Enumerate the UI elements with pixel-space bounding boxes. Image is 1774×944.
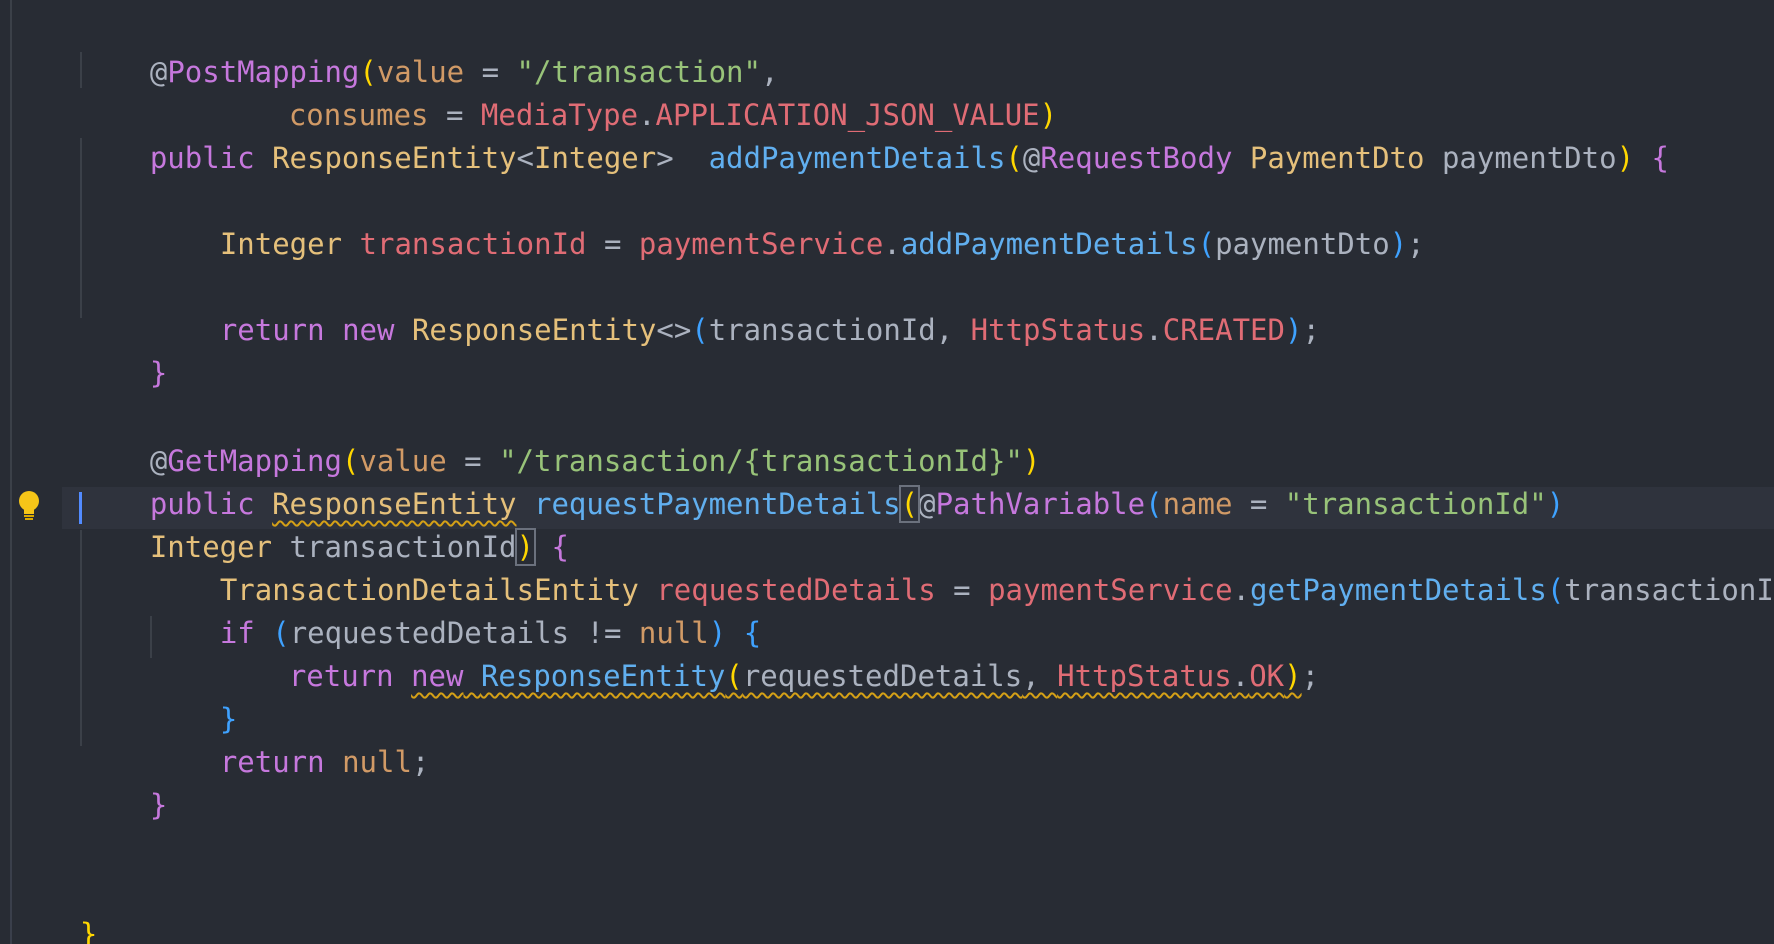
token-string: "transactionId" [1284,487,1547,521]
lightbulb-icon[interactable] [16,490,42,520]
token: requestedDetails [742,659,1023,693]
token: = [935,573,989,607]
token-brace: { [1651,141,1669,175]
token-keyword: return [288,659,394,693]
token-null: null [342,745,412,779]
code-editor[interactable]: @PostMapping(value = "/transaction", con… [0,0,1774,944]
token-type: PaymentDto [1249,141,1425,175]
token-annotation: PathVariable [935,487,1146,521]
token: ; [1301,659,1320,693]
token: , [935,313,971,347]
code-line-5[interactable]: Integer transactionId = paymentService.a… [150,184,1425,261]
token-function: addPaymentDetails [900,227,1198,261]
token-keyword: public [149,141,255,175]
token-constant: CREATED [1162,313,1285,347]
code-line-13[interactable]: TransactionDetailsEntity requestedDetail… [150,530,1774,607]
token-brace: } [79,917,98,944]
token: ; [1407,227,1425,261]
token-annotation: RequestBody [1040,141,1233,175]
token: <> [656,313,692,347]
token-type: ResponseEntity [272,141,517,175]
text-cursor [79,492,82,524]
token-keyword: new [342,313,395,347]
code-line-18[interactable]: } [80,745,167,822]
token-keyword: return [219,745,325,779]
token: ( [1145,487,1163,521]
token: < [516,141,534,175]
token-function: requestPaymentDetails [533,487,901,521]
token-function: ResponseEntity [480,659,726,693]
code-line-8[interactable]: } [80,313,167,390]
token-keyword: new [411,659,464,693]
token: ) [1616,141,1635,175]
code-line-15[interactable]: return new ResponseEntity(requestedDetai… [219,616,1319,693]
token: ) [1284,313,1303,347]
token-brace: } [149,356,168,390]
token: @ [918,487,936,521]
token: ) [1389,227,1408,261]
code-line-21[interactable]: } [10,874,97,944]
token: ( [1197,227,1216,261]
token: . [1231,659,1250,693]
token: transactionId [1564,573,1774,607]
token-matched-paren: ( [898,485,921,523]
token: transactionId [708,313,936,347]
token-class: HttpStatus [970,313,1146,347]
token-param: paymentDto [1441,141,1617,175]
token: paymentDto [1215,227,1390,261]
token-param: name [1162,487,1233,521]
token: @ [1022,141,1041,175]
token: ; [1302,313,1320,347]
token-function: getPaymentDetails [1250,573,1547,607]
token-class: HttpStatus [1057,659,1232,693]
token-constant: OK [1249,659,1285,693]
token: = [1232,487,1285,521]
token: ( [725,659,743,693]
indent-guide [10,0,12,860]
code-line-11[interactable]: public ResponseEntity requestPaymentDeta… [80,444,1564,523]
token-keyword: return [219,313,325,347]
code-line-2[interactable]: consumes = MediaType.APPLICATION_JSON_VA… [219,55,1057,132]
token: . [1232,573,1250,607]
code-line-1[interactable]: @PostMapping(value = "/transaction", [80,12,779,89]
code-line-14[interactable]: if (requestedDetails != null) { [150,573,761,650]
code-line-16[interactable]: } [150,659,237,736]
token-type: Integer [533,141,657,175]
token-variable: transactionId [359,227,587,261]
code-line-10[interactable]: @GetMapping(value = "/transaction/{trans… [80,401,1041,478]
token-variable: paymentService [638,227,884,261]
token-function: addPaymentDetails [708,141,1006,175]
token: , [1022,659,1058,693]
code-line-12[interactable]: Integer transactionId) { [80,487,569,566]
token: ; [411,745,430,779]
token: ( [1005,141,1023,175]
token: . [1145,313,1163,347]
code-line-7[interactable]: return new ResponseEntity<>(transactionI… [150,270,1320,347]
token: ) [1546,487,1565,521]
token-variable: paymentService [988,573,1233,607]
code-line-17[interactable]: return null; [150,702,430,779]
code-line-3[interactable]: public ResponseEntity<Integer> addPaymen… [80,98,1669,175]
token: @ [149,55,168,89]
token: ( [1546,573,1565,607]
token: = [586,227,639,261]
token: . [883,227,901,261]
token: ) [1284,659,1302,693]
token-type: ResponseEntity [411,313,657,347]
token-brace: } [149,788,168,822]
token: > [656,141,709,175]
token: ( [691,313,709,347]
token-type: Integer [219,227,343,261]
